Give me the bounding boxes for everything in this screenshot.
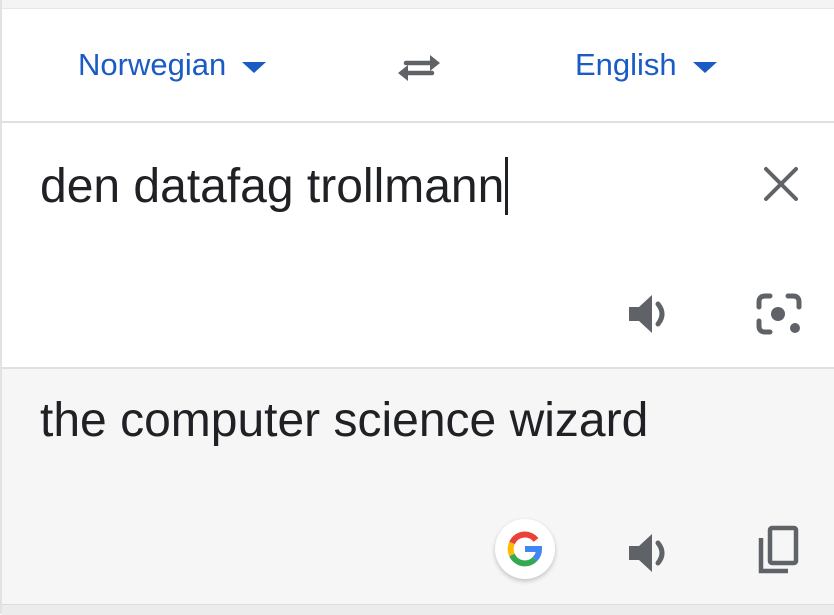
source-input-area[interactable]: den datafag trollmann bbox=[2, 123, 834, 369]
copy-icon bbox=[758, 525, 799, 574]
source-text: den datafag trollmann bbox=[40, 159, 505, 213]
caret-down-icon bbox=[242, 61, 267, 73]
copy-translation-button[interactable] bbox=[756, 524, 802, 576]
source-text-input[interactable]: den datafag trollmann bbox=[40, 157, 509, 215]
google-logo-icon bbox=[507, 531, 542, 567]
top-edge bbox=[2, 0, 834, 9]
language-bar: Norwegian English bbox=[2, 9, 834, 123]
camera-lens-button[interactable] bbox=[754, 291, 804, 337]
google-search-button[interactable] bbox=[495, 519, 555, 579]
source-language-selector[interactable]: Norwegian bbox=[78, 45, 267, 85]
caret-down-icon bbox=[692, 61, 717, 73]
source-language-label: Norwegian bbox=[78, 47, 227, 82]
speaker-icon bbox=[629, 534, 665, 572]
translate-app: Norwegian English den datafag trollmann bbox=[0, 0, 834, 615]
bottom-edge bbox=[2, 604, 834, 615]
close-icon bbox=[764, 167, 798, 201]
listen-source-button[interactable] bbox=[625, 291, 675, 337]
translation-output-area: the computer science wizard bbox=[2, 369, 834, 604]
target-language-label: English bbox=[575, 47, 677, 82]
speaker-icon bbox=[629, 295, 665, 333]
swap-languages-button[interactable] bbox=[394, 49, 444, 89]
clear-text-button[interactable] bbox=[760, 163, 802, 205]
listen-translation-button[interactable] bbox=[625, 530, 675, 576]
translation-text: the computer science wizard bbox=[40, 394, 649, 447]
camera-lens-icon bbox=[756, 293, 802, 335]
text-cursor bbox=[505, 157, 509, 215]
target-language-selector[interactable]: English bbox=[575, 45, 717, 85]
swap-arrows-icon bbox=[398, 55, 440, 81]
